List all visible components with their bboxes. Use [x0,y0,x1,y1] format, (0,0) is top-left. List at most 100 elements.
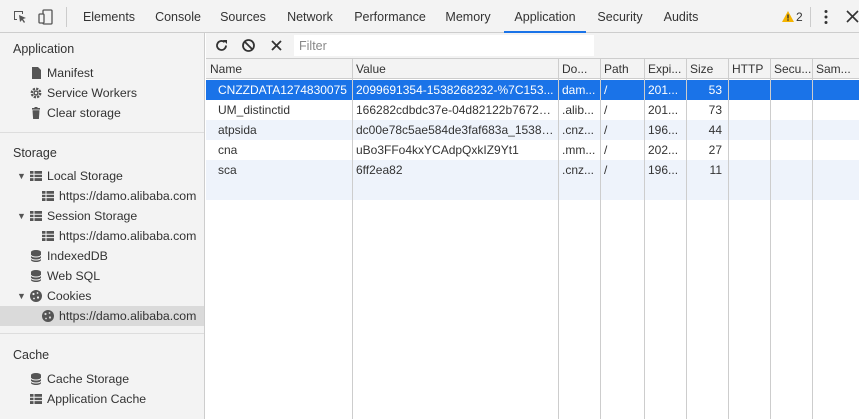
column-divider[interactable] [352,59,353,419]
inspect-element-icon[interactable] [12,9,28,25]
cell-http [728,100,770,120]
cookie-icon [42,310,54,322]
sidebar-item-label: Service Workers [47,86,137,100]
cell-expires: 196... [648,163,679,177]
database-icon [30,373,42,385]
tab-security[interactable]: Security [592,0,648,33]
table-header: Name Value Do... Path Expi... Size HTTP … [206,59,859,79]
sidebar-item-local-storage[interactable]: ▼ Local Storage [0,166,204,186]
sidebar-item-label: Local Storage [47,169,123,183]
sidebar-item-label: Clear storage [47,106,121,120]
cell-size: 27 [708,143,722,157]
sidebar-item-cookies[interactable]: ▼ Cookies [0,286,204,306]
expand-triangle-icon[interactable]: ▼ [17,286,26,306]
sidebar-item-indexeddb[interactable]: IndexedDB [0,246,204,266]
column-divider[interactable] [600,59,601,419]
cell-size: 11 [709,163,722,177]
cell-domain: .cnz... [562,123,595,137]
sidebar-item-application-cache[interactable]: Application Cache [0,389,204,409]
tab-sources[interactable]: Sources [214,0,272,33]
sidebar-item-cookies-origin[interactable]: https://damo.alibaba.com [0,306,204,326]
warning-count: 2 [796,10,803,24]
table-row[interactable]: UM_distinctid 166282cdbdc37e-04d82122b76… [206,100,859,120]
grid-icon [42,191,54,201]
sidebar-item-session-storage[interactable]: ▼ Session Storage [0,206,204,226]
section-title-storage: Storage [13,146,57,160]
table-row[interactable]: cna uBo3FFo4kxYCAdpQxkIZ9Yt1 .mm... / 20… [206,140,859,160]
table-row[interactable]: atpsida dc00e78c5ae584de3faf683a_15382..… [206,120,859,140]
cell-name: CNZZDATA1274830075 [218,83,347,97]
sidebar-item-websql[interactable]: Web SQL [0,266,204,286]
column-divider[interactable] [558,59,559,419]
cell-name: atpsida [218,123,257,137]
more-options-icon[interactable] [823,9,829,25]
column-divider[interactable] [770,59,771,419]
close-devtools-icon[interactable] [846,10,859,23]
database-icon [30,270,42,282]
column-header-samesite[interactable]: Sam... [812,59,859,79]
sidebar-item-label: Cache Storage [47,372,130,386]
refresh-icon[interactable] [214,38,229,53]
cell-samesite [812,160,859,180]
column-divider[interactable] [728,59,729,419]
column-divider[interactable] [686,59,687,419]
cell-secure [770,80,812,100]
grid-icon [30,394,42,404]
cell-expires: 201... [648,103,679,117]
column-header-domain[interactable]: Do... [558,59,600,79]
cell-path: / [604,83,608,97]
sidebar-item-clear-storage[interactable]: Clear storage [0,103,204,123]
column-header-expires[interactable]: Expi... [644,59,686,79]
tab-memory[interactable]: Memory [438,0,498,33]
filter-input[interactable] [294,35,594,56]
sidebar-item-service-workers[interactable]: Service Workers [0,83,204,103]
gear-icon [30,87,42,99]
column-header-name[interactable]: Name [206,59,352,79]
cell-samesite [812,140,859,160]
sidebar-item-label: Session Storage [47,209,138,223]
sidebar-item-label: https://damo.alibaba.com [59,309,197,323]
column-header-path[interactable]: Path [600,59,644,79]
device-toolbar-icon[interactable] [38,9,54,25]
sidebar-item-label: https://damo.alibaba.com [59,189,197,203]
tab-application[interactable]: Application [504,0,586,33]
cell-name: cna [218,143,238,157]
sidebar-item-manifest[interactable]: Manifest [0,63,204,83]
tab-audits[interactable]: Audits [656,0,706,33]
sidebar-item-label: Application Cache [47,392,147,406]
sidebar-item-session-storage-origin[interactable]: https://damo.alibaba.com [0,226,204,246]
sidebar-item-cache-storage[interactable]: Cache Storage [0,369,204,389]
expand-triangle-icon[interactable]: ▼ [17,166,26,186]
tab-performance[interactable]: Performance [348,0,432,33]
document-icon [32,67,41,79]
tab-elements[interactable]: Elements [76,0,142,33]
column-header-http[interactable]: HTTP [728,59,770,79]
cell-name: UM_distinctid [218,103,291,117]
column-divider[interactable] [644,59,645,419]
column-divider[interactable] [812,59,813,419]
column-header-value[interactable]: Value [352,59,558,79]
expand-triangle-icon[interactable]: ▼ [17,206,26,226]
column-header-size[interactable]: Size [686,59,728,79]
cell-secure [770,120,812,140]
cell-http [728,80,770,100]
cell-samesite [812,120,859,140]
table-row[interactable]: sca 6ff2ea82 .cnz... / 196... 11 [206,160,859,180]
cell-domain: dam... [562,83,596,97]
clear-all-icon[interactable] [241,38,256,53]
cell-expires: 202... [648,143,679,157]
grid-icon [30,171,42,181]
cell-value: dc00e78c5ae584de3faf683a_15382... [356,123,558,137]
column-header-secure[interactable]: Secu... [770,59,812,79]
table-row[interactable]: CNZZDATA1274830075 2099691354-1538268232… [206,80,859,100]
cell-size: 44 [708,123,722,137]
tab-network[interactable]: Network [280,0,340,33]
cell-secure [770,160,812,180]
cell-expires: 196... [648,123,679,137]
sidebar-item-local-storage-origin[interactable]: https://damo.alibaba.com [0,186,204,206]
cell-value: 166282cdbdc37e-04d82122b7672e... [356,103,556,117]
cell-path: / [604,123,608,137]
delete-selected-icon[interactable] [269,38,284,53]
sidebar-item-label: Cookies [47,289,92,303]
tab-console[interactable]: Console [148,0,208,33]
